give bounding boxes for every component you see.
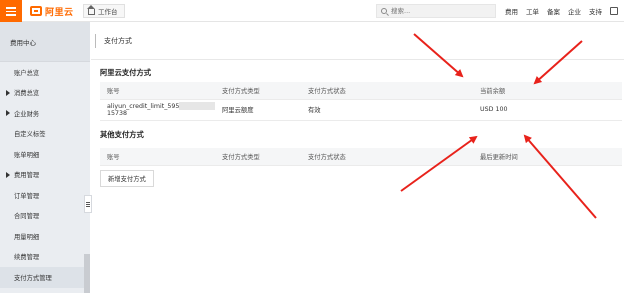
account-prefix: aliyun_credit_limit_595 [107, 103, 180, 110]
sidebar-item-2[interactable]: 企业财务 [0, 103, 90, 124]
sidebar-item-4[interactable]: 账单明细 [0, 144, 90, 165]
aliyun-logo-icon [30, 6, 42, 16]
nav-enterprise[interactable]: 企业 [568, 6, 581, 16]
sidebar-item-label: 用量明细 [14, 233, 40, 241]
table-header-row: 账号 支付方式类型 支付方式状态 当前余额 [100, 82, 622, 100]
page-header: 支付方式 [91, 22, 624, 60]
sidebar-item-10[interactable]: 支付方式管理 [0, 267, 90, 288]
status-cell: 有效 [308, 99, 480, 121]
sidebar-item-label: 企业财务 [14, 110, 40, 118]
sidebar-item-label: 合同管理 [14, 213, 40, 221]
other-methods-table: 账号 支付方式类型 支付方式状态 最后更新时间 [100, 148, 622, 166]
main-content: 支付方式 阿里云支付方式 账号 支付方式类型 支付方式状态 当前余额 aliyu… [91, 22, 624, 293]
col-type: 支付方式类型 [222, 148, 308, 166]
caret-right-icon [6, 171, 10, 178]
sidebar-nav: 账户总览消费总览企业财务自定义标签账单明细费用管理订单管理合同管理用量明细续费管… [0, 62, 90, 288]
type-cell: 阿里云额度 [222, 99, 308, 121]
top-bar: 阿里云 工作台 费用 工单 备案 企业 支持 [0, 0, 624, 22]
sidebar-item-8[interactable]: 用量明细 [0, 226, 90, 247]
top-nav: 费用 工单 备案 企业 支持 [505, 0, 618, 22]
logo[interactable]: 阿里云 [30, 5, 74, 18]
caret-right-icon [6, 110, 10, 116]
workbench-label: 工作台 [98, 8, 118, 16]
col-account: 账号 [100, 148, 222, 166]
nav-tickets[interactable]: 工单 [526, 6, 539, 16]
sidebar-item-0[interactable]: 账户总览 [0, 62, 90, 83]
screen-icon[interactable] [610, 7, 618, 15]
sidebar-scrollbar[interactable] [84, 254, 90, 293]
menu-icon[interactable] [0, 0, 22, 22]
sidebar-item-label: 续费管理 [14, 254, 40, 262]
nav-support[interactable]: 支持 [589, 6, 602, 16]
nav-filing[interactable]: 备案 [547, 6, 560, 16]
search-box[interactable] [376, 4, 496, 18]
home-icon [87, 5, 95, 15]
col-balance: 当前余额 [480, 82, 622, 100]
sidebar-item-9[interactable]: 续费管理 [0, 247, 90, 268]
sidebar-item-5[interactable]: 费用管理 [0, 165, 90, 186]
sidebar-item-6[interactable]: 订单管理 [0, 185, 90, 206]
caret-right-icon [6, 89, 10, 96]
search-input[interactable] [391, 7, 486, 15]
sidebar-item-label: 消费总览 [14, 90, 40, 98]
workbench-button[interactable]: 工作台 [83, 4, 125, 18]
page-title: 支付方式 [104, 37, 132, 45]
sidebar-item-label: 自定义标签 [14, 131, 46, 139]
account-suffix: 15738 [107, 110, 128, 117]
sidebar-title: 费用中心 [10, 38, 36, 47]
sidebar-item-1[interactable]: 消费总览 [0, 83, 90, 104]
sidebar-header: 费用中心 [0, 22, 90, 62]
account-cell: aliyun_credit_limit_59515738 [100, 99, 222, 121]
add-payment-method-button[interactable]: 新增支付方式 [100, 170, 154, 187]
col-account: 账号 [100, 82, 222, 100]
aliyun-methods-table: 账号 支付方式类型 支付方式状态 当前余额 aliyun_credit_limi… [100, 82, 622, 121]
table-row: aliyun_credit_limit_59515738 阿里云额度 有效 US… [100, 99, 622, 121]
other-methods-title: 其他支付方式 [100, 130, 144, 139]
nav-fees[interactable]: 费用 [505, 6, 518, 16]
sidebar: 费用中心 账户总览消费总览企业财务自定义标签账单明细费用管理订单管理合同管理用量… [0, 22, 90, 293]
redacted-mask [179, 102, 216, 110]
sidebar-item-label: 费用管理 [14, 172, 40, 180]
collapse-icon [86, 203, 90, 205]
sidebar-item-label: 账户总览 [14, 69, 40, 77]
search-icon [381, 8, 387, 14]
aliyun-methods-title: 阿里云支付方式 [100, 68, 152, 77]
sidebar-item-3[interactable]: 自定义标签 [0, 124, 90, 145]
sidebar-item-label: 支付方式管理 [14, 274, 52, 282]
sidebar-item-7[interactable]: 合同管理 [0, 206, 90, 227]
col-status: 支付方式状态 [308, 82, 480, 100]
title-divider [95, 34, 96, 48]
sidebar-item-label: 账单明细 [14, 151, 40, 159]
col-status: 支付方式状态 [308, 148, 480, 166]
balance-cell: USD 100 [480, 99, 622, 121]
col-last-updated: 最后更新时间 [480, 148, 622, 166]
sidebar-item-label: 订单管理 [14, 192, 40, 200]
table-header-row: 账号 支付方式类型 支付方式状态 最后更新时间 [100, 148, 622, 166]
logo-text: 阿里云 [45, 7, 74, 18]
col-type: 支付方式类型 [222, 82, 308, 100]
